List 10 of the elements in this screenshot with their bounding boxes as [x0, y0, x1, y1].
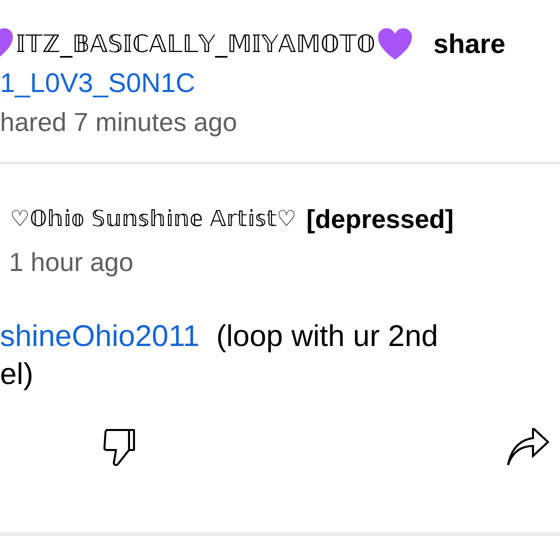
user-flair: [depressed]: [306, 204, 454, 235]
heart-icon: [377, 27, 414, 61]
mention-link[interactable]: shineOhio2011: [0, 320, 200, 353]
author-link[interactable]: 1_L0V3_S0N1C: [0, 68, 560, 99]
commenter-name[interactable]: ♡𝕆𝕙𝕚𝕠 𝕊𝕦𝕟𝕤𝕙𝕚𝕟𝕖 𝔸𝕣𝕥𝕚𝕤𝕥♡: [10, 207, 296, 232]
timestamp: hared 7 minutes ago: [0, 107, 238, 138]
timestamp: 1 hour ago: [8, 247, 134, 278]
comment-text: shineOhio2011 (loop with ur 2nd el): [0, 319, 440, 393]
sharer-name[interactable]: 𝕀𝕋ℤ_𝔹𝔸𝕊𝕀ℂ𝔸𝕃𝕃𝕐_𝕄𝕀𝕐𝔸𝕄𝕆𝕋𝕆: [16, 30, 376, 58]
action-text: share: [433, 28, 506, 60]
